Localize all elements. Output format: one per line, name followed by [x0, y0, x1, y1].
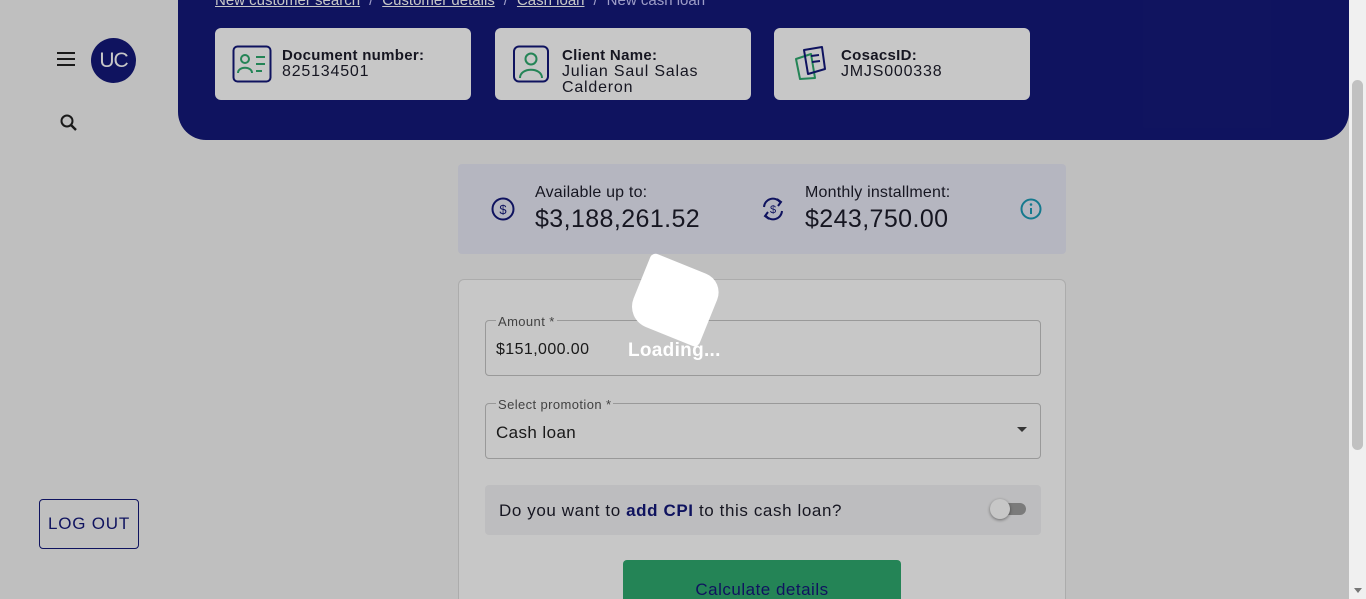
- scrollbar[interactable]: [1349, 0, 1366, 599]
- loading-text: Loading...: [628, 340, 721, 361]
- scrollbar-thumb[interactable]: [1352, 80, 1363, 450]
- scroll-down-icon[interactable]: [1354, 588, 1362, 593]
